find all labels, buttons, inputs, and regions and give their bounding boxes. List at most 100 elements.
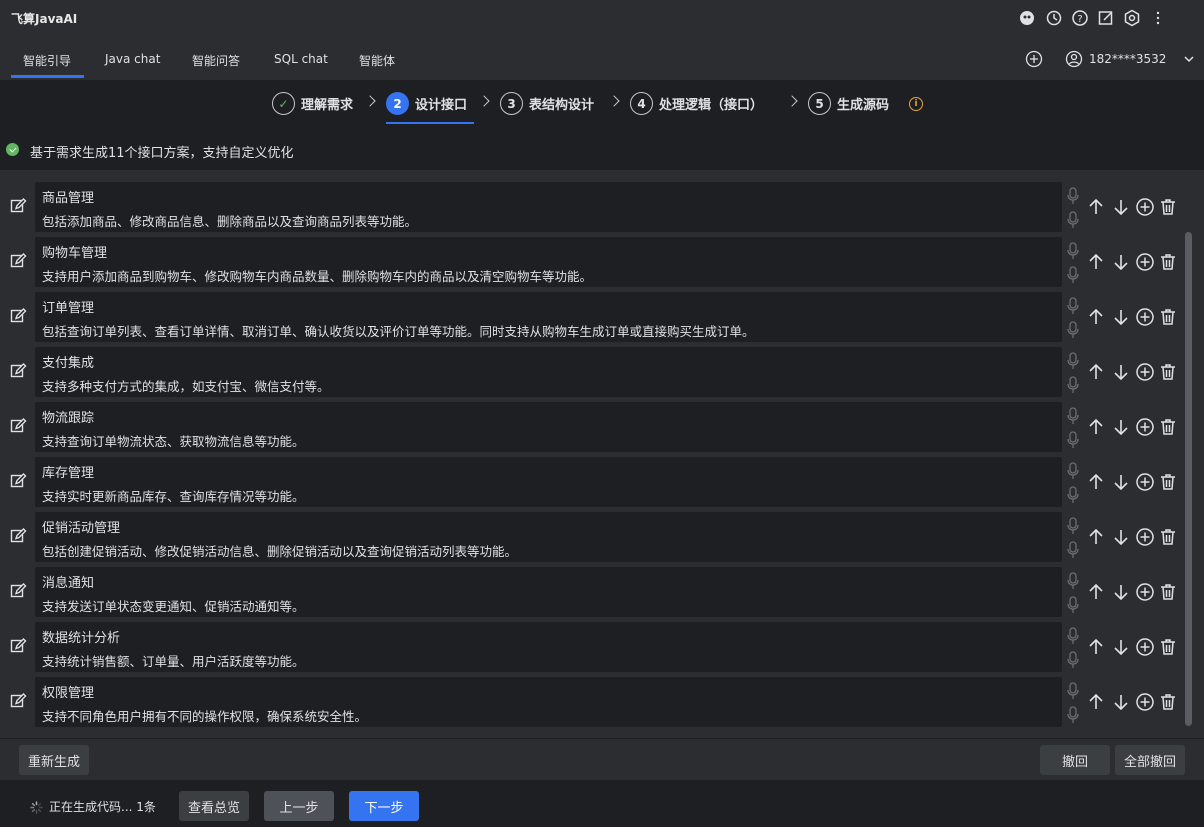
add-circle-icon[interactable] bbox=[1135, 582, 1155, 606]
overview-button[interactable]: 查看总览 bbox=[179, 791, 249, 821]
move-down-icon[interactable] bbox=[1111, 307, 1131, 331]
edit-icon[interactable] bbox=[1097, 9, 1115, 27]
move-up-icon[interactable] bbox=[1086, 582, 1106, 606]
edit-icon[interactable] bbox=[9, 637, 27, 659]
edit-icon[interactable] bbox=[9, 527, 27, 549]
edit-icon[interactable] bbox=[9, 362, 27, 384]
move-up-icon[interactable] bbox=[1086, 197, 1106, 221]
move-down-icon[interactable] bbox=[1111, 362, 1131, 386]
move-down-icon[interactable] bbox=[1111, 252, 1131, 276]
trash-icon[interactable] bbox=[1158, 417, 1178, 441]
add-circle-icon[interactable] bbox=[1135, 472, 1155, 496]
microphone-icon[interactable] bbox=[1066, 320, 1080, 340]
interface-card[interactable]: 商品管理 包括添加商品、修改商品信息、删除商品以及查询商品列表等功能。 bbox=[35, 182, 1062, 232]
microphone-icon[interactable] bbox=[1066, 650, 1080, 670]
edit-icon[interactable] bbox=[9, 582, 27, 604]
add-circle-icon[interactable] bbox=[1135, 307, 1155, 331]
move-down-icon[interactable] bbox=[1111, 582, 1131, 606]
add-circle-icon[interactable] bbox=[1135, 692, 1155, 716]
trash-icon[interactable] bbox=[1158, 527, 1178, 551]
microphone-icon[interactable] bbox=[1066, 595, 1080, 615]
step-5[interactable]: 5 生成源码 bbox=[808, 92, 889, 115]
microphone-icon[interactable] bbox=[1066, 296, 1080, 316]
undo-all-button[interactable]: 全部撤回 bbox=[1115, 745, 1185, 775]
edit-icon[interactable] bbox=[9, 197, 27, 219]
microphone-icon[interactable] bbox=[1066, 626, 1080, 646]
trash-icon[interactable] bbox=[1158, 637, 1178, 661]
help-icon[interactable]: ? bbox=[1071, 9, 1089, 27]
interface-card[interactable]: 库存管理 支持实时更新商品库存、查询库存情况等功能。 bbox=[35, 457, 1062, 507]
trash-icon[interactable] bbox=[1158, 472, 1178, 496]
move-down-icon[interactable] bbox=[1111, 472, 1131, 496]
tab-smart-qa[interactable]: 智能问答 bbox=[192, 52, 240, 69]
move-down-icon[interactable] bbox=[1111, 417, 1131, 441]
trash-icon[interactable] bbox=[1158, 692, 1178, 716]
scrollbar[interactable] bbox=[1185, 232, 1192, 726]
move-down-icon[interactable] bbox=[1111, 527, 1131, 551]
move-up-icon[interactable] bbox=[1086, 417, 1106, 441]
move-down-icon[interactable] bbox=[1111, 692, 1131, 716]
step-4[interactable]: 4 处理逻辑（接口） bbox=[630, 92, 763, 115]
microphone-icon[interactable] bbox=[1066, 571, 1080, 591]
microphone-icon[interactable] bbox=[1066, 186, 1080, 206]
next-step-button[interactable]: 下一步 bbox=[349, 791, 419, 821]
edit-icon[interactable] bbox=[9, 417, 27, 439]
edit-icon[interactable] bbox=[9, 692, 27, 714]
interface-card[interactable]: 订单管理 包括查询订单列表、查看订单详情、取消订单、确认收货以及评价订单等功能。同… bbox=[35, 292, 1062, 342]
undo-button[interactable]: 撤回 bbox=[1040, 745, 1110, 775]
tab-java-chat[interactable]: Java chat bbox=[105, 52, 160, 66]
interface-card[interactable]: 物流跟踪 支持查询订单物流状态、获取物流信息等功能。 bbox=[35, 402, 1062, 452]
user-menu[interactable]: 182****3532 bbox=[1065, 50, 1198, 68]
microphone-icon[interactable] bbox=[1066, 516, 1080, 536]
interface-card[interactable]: 消息通知 支持发送订单状态变更通知、促销活动通知等。 bbox=[35, 567, 1062, 617]
tab-agent[interactable]: 智能体 bbox=[359, 52, 395, 69]
tab-sql-chat[interactable]: SQL chat bbox=[274, 52, 328, 66]
history-icon[interactable] bbox=[1045, 9, 1063, 27]
step-1[interactable]: ✓ 理解需求 bbox=[272, 92, 353, 115]
move-up-icon[interactable] bbox=[1086, 362, 1106, 386]
edit-icon[interactable] bbox=[9, 307, 27, 329]
move-up-icon[interactable] bbox=[1086, 472, 1106, 496]
microphone-icon[interactable] bbox=[1066, 210, 1080, 230]
new-session-button[interactable] bbox=[1025, 50, 1043, 68]
move-up-icon[interactable] bbox=[1086, 527, 1106, 551]
move-up-icon[interactable] bbox=[1086, 307, 1106, 331]
trash-icon[interactable] bbox=[1158, 197, 1178, 221]
trash-icon[interactable] bbox=[1158, 362, 1178, 386]
microphone-icon[interactable] bbox=[1066, 681, 1080, 701]
interface-card[interactable]: 购物车管理 支持用户添加商品到购物车、修改购物车内商品数量、删除购物车内的商品以及… bbox=[35, 237, 1062, 287]
prev-step-button[interactable]: 上一步 bbox=[264, 791, 334, 821]
add-circle-icon[interactable] bbox=[1135, 197, 1155, 221]
more-icon[interactable] bbox=[1149, 9, 1167, 27]
tab-smart-guide[interactable]: 智能引导 bbox=[23, 52, 71, 69]
microphone-icon[interactable] bbox=[1066, 241, 1080, 261]
edit-icon[interactable] bbox=[9, 252, 27, 274]
microphone-icon[interactable] bbox=[1066, 265, 1080, 285]
trash-icon[interactable] bbox=[1158, 307, 1178, 331]
step-3[interactable]: 3 表结构设计 bbox=[500, 92, 594, 115]
microphone-icon[interactable] bbox=[1066, 351, 1080, 371]
brain-icon[interactable] bbox=[1018, 9, 1036, 27]
move-up-icon[interactable] bbox=[1086, 692, 1106, 716]
move-down-icon[interactable] bbox=[1111, 637, 1131, 661]
trash-icon[interactable] bbox=[1158, 252, 1178, 276]
microphone-icon[interactable] bbox=[1066, 705, 1080, 725]
microphone-icon[interactable] bbox=[1066, 540, 1080, 560]
regenerate-button[interactable]: 重新生成 bbox=[19, 745, 89, 775]
microphone-icon[interactable] bbox=[1066, 406, 1080, 426]
microphone-icon[interactable] bbox=[1066, 375, 1080, 395]
add-circle-icon[interactable] bbox=[1135, 527, 1155, 551]
interface-card[interactable]: 支付集成 支持多种支付方式的集成，如支付宝、微信支付等。 bbox=[35, 347, 1062, 397]
interface-card[interactable]: 权限管理 支持不同角色用户拥有不同的操作权限，确保系统安全性。 bbox=[35, 677, 1062, 727]
move-down-icon[interactable] bbox=[1111, 197, 1131, 221]
move-up-icon[interactable] bbox=[1086, 252, 1106, 276]
step-2[interactable]: 2 设计接口 bbox=[386, 92, 467, 115]
settings-icon[interactable] bbox=[1123, 9, 1141, 27]
edit-icon[interactable] bbox=[9, 472, 27, 494]
microphone-icon[interactable] bbox=[1066, 485, 1080, 505]
interface-card[interactable]: 数据统计分析 支持统计销售额、订单量、用户活跃度等功能。 bbox=[35, 622, 1062, 672]
add-circle-icon[interactable] bbox=[1135, 637, 1155, 661]
microphone-icon[interactable] bbox=[1066, 430, 1080, 450]
microphone-icon[interactable] bbox=[1066, 461, 1080, 481]
interface-card[interactable]: 促销活动管理 包括创建促销活动、修改促销活动信息、删除促销活动以及查询促销活动列表… bbox=[35, 512, 1062, 562]
